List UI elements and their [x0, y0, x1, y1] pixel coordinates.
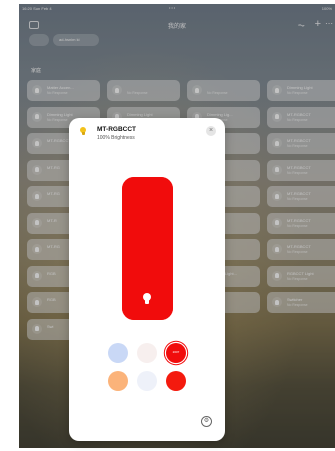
color-swatch[interactable] — [137, 343, 157, 363]
color-swatch[interactable] — [166, 371, 186, 391]
color-swatch[interactable] — [108, 371, 128, 391]
settings-gear-button[interactable]: ⚙ — [201, 416, 212, 427]
bulb-icon — [142, 293, 152, 307]
brightness-slider[interactable] — [122, 177, 173, 320]
color-swatch[interactable] — [137, 371, 157, 391]
bulb-icon — [80, 127, 86, 136]
color-swatch-selected[interactable]: 2007 — [166, 343, 186, 363]
close-button[interactable]: × — [206, 126, 216, 136]
accessory-name: MT-RGBCCT — [97, 126, 136, 133]
color-swatch[interactable] — [108, 343, 128, 363]
brightness-status: 100% Brightness — [97, 135, 135, 141]
swatch-label: 2007 — [172, 350, 180, 354]
light-control-card: MT-RGBCCT 100% Brightness × 2007 ⚙ — [69, 118, 225, 441]
